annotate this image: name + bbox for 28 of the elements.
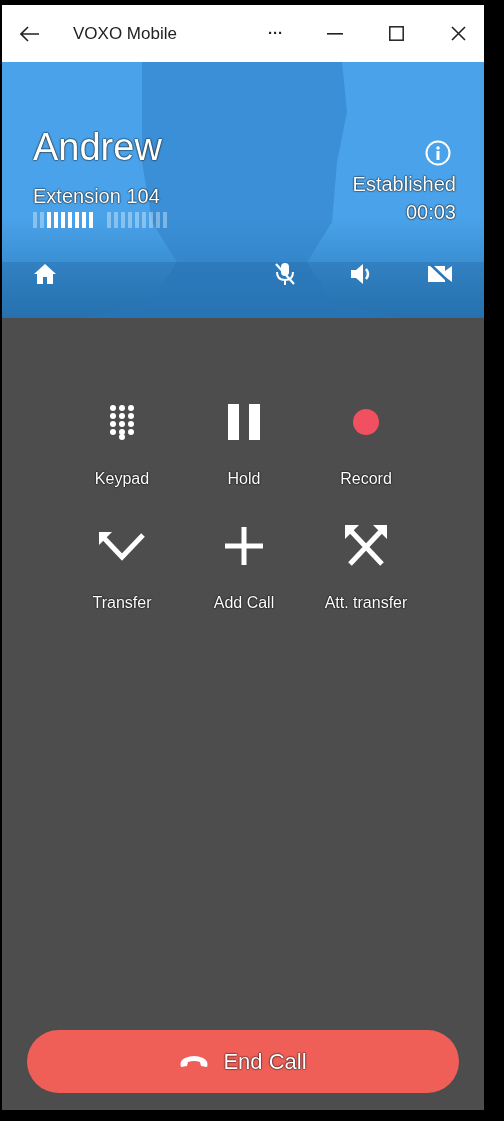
crossed-arrows-icon (344, 524, 388, 568)
pause-icon (227, 404, 261, 440)
maximize-icon[interactable] (389, 26, 404, 41)
arrow-icon (98, 529, 146, 563)
extension-label: Extension 104 (33, 186, 161, 206)
keypad-icon (108, 404, 136, 440)
call-action-button[interactable]: Record (305, 399, 427, 491)
record-icon (352, 408, 380, 436)
camera-off-icon[interactable] (427, 263, 453, 285)
call-action-button[interactable]: Add Call (183, 523, 305, 615)
hang-up-icon (179, 1054, 210, 1069)
call-action-button[interactable]: Att. transfer (305, 523, 427, 615)
caller-name: Andrew (33, 128, 162, 166)
call-status: Established (352, 174, 456, 194)
level-meter (107, 212, 167, 228)
home-icon[interactable] (33, 263, 57, 285)
close-icon[interactable] (451, 26, 466, 41)
back-icon[interactable] (20, 25, 40, 42)
call-action-button[interactable]: Keypad (61, 399, 183, 491)
plus-icon (225, 527, 263, 565)
mic-off-icon[interactable] (274, 262, 296, 286)
call-action-button[interactable]: Transfer (61, 523, 183, 615)
minimize-icon[interactable] (327, 32, 343, 35)
window-title: VOXO Mobile (73, 22, 177, 45)
call-duration: 00:03 (405, 202, 456, 222)
call-action-button[interactable]: Hold (183, 399, 305, 491)
more-button[interactable]: ··· (268, 22, 283, 45)
info-icon[interactable] (425, 140, 451, 166)
